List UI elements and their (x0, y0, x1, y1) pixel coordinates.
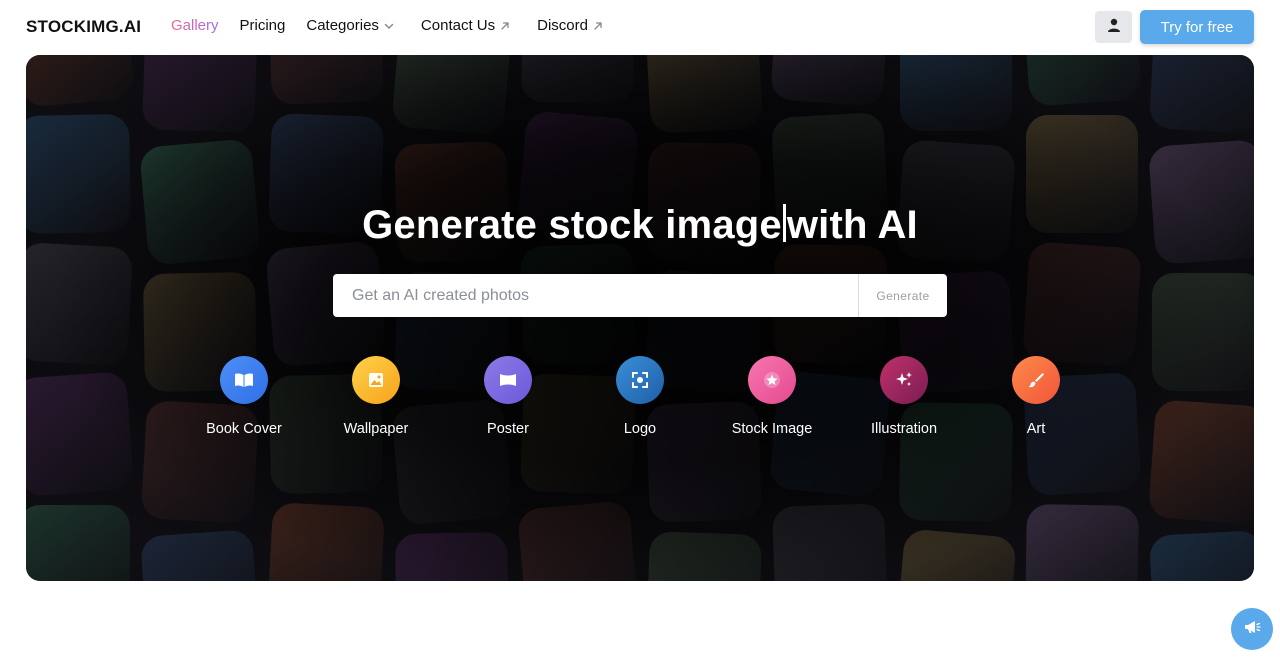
hero-headline: Generate stock image with AI (26, 203, 1254, 248)
external-arrow-icon (499, 20, 511, 32)
external-arrow-icon (592, 20, 604, 32)
nav-gallery[interactable]: Gallery (171, 17, 219, 34)
hero-headline-right: with AI (786, 203, 918, 247)
user-icon (1106, 17, 1122, 38)
nav-categories[interactable]: Categories (306, 17, 395, 34)
category-label: Wallpaper (343, 421, 409, 437)
generate-button[interactable]: Generate (858, 274, 947, 317)
try-for-free-button[interactable]: Try for free (1140, 10, 1254, 44)
category-logo[interactable]: Logo (575, 356, 705, 437)
category-label: Book Cover (206, 421, 282, 437)
brand-logo[interactable]: STOCKIMG.AI (26, 17, 141, 37)
star-icon (748, 356, 796, 404)
category-stock-image[interactable]: Stock Image (707, 356, 837, 437)
nav-contact-label: Contact Us (420, 17, 496, 34)
chevron-down-icon (383, 20, 395, 32)
nav-links: Gallery Pricing Categories Contact Us Di… (171, 17, 625, 34)
hero-headline-left: Generate stock image (362, 203, 782, 247)
poster-icon (484, 356, 532, 404)
image-icon (352, 356, 400, 404)
category-illustration[interactable]: Illustration (839, 356, 969, 437)
category-book-cover[interactable]: Book Cover (179, 356, 309, 437)
prompt-input[interactable] (333, 274, 858, 317)
top-navbar: STOCKIMG.AI Gallery Pricing Categories C… (0, 0, 1280, 54)
category-label: Logo (623, 421, 657, 437)
nav-contact-us[interactable]: Contact Us (421, 17, 511, 34)
announcements-button[interactable] (1231, 608, 1273, 650)
category-wallpaper[interactable]: Wallpaper (311, 356, 441, 437)
hero-banner: Generate stock imagewith AI Generate Boo… (26, 55, 1254, 581)
focus-icon (616, 356, 664, 404)
category-label: Illustration (870, 421, 938, 437)
sparkles-icon (880, 356, 928, 404)
nav-discord-label: Discord (537, 17, 588, 34)
prompt-search-bar: Generate (333, 274, 947, 317)
category-label: Art (1026, 421, 1046, 437)
category-poster[interactable]: Poster (443, 356, 573, 437)
category-label: Stock Image (731, 421, 813, 437)
megaphone-icon (1242, 617, 1262, 642)
category-label: Poster (487, 421, 529, 437)
user-account-button[interactable] (1095, 11, 1132, 43)
category-art[interactable]: Art (971, 356, 1101, 437)
hero-dark-overlay (26, 55, 1254, 581)
nav-categories-label: Categories (306, 17, 379, 34)
brush-icon (1012, 356, 1060, 404)
book-icon (220, 356, 268, 404)
nav-discord[interactable]: Discord (537, 17, 604, 34)
typing-caret (782, 204, 786, 242)
nav-pricing[interactable]: Pricing (240, 17, 286, 34)
